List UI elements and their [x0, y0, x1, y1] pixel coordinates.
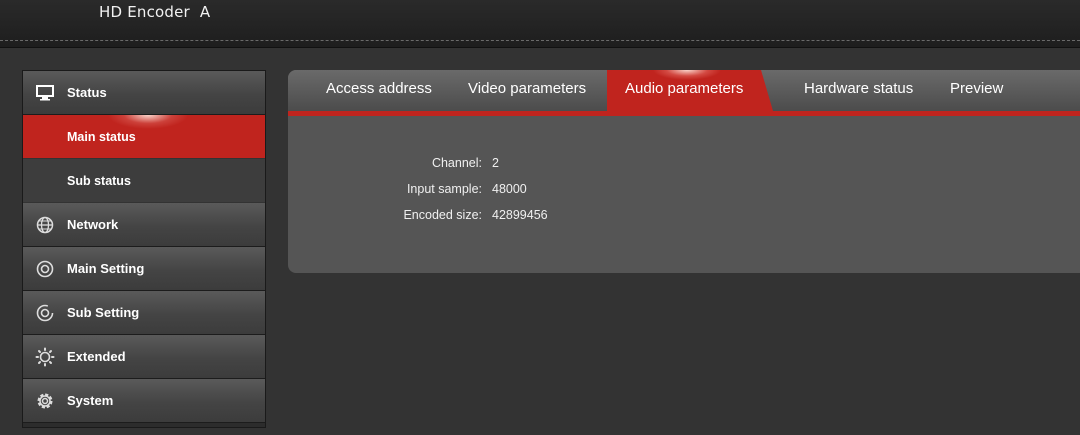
sidebar-item-sub-setting[interactable]: Sub Setting — [23, 291, 265, 335]
sidebar-item-label: Sub Setting — [67, 305, 140, 320]
encoded-size-value: 42899456 — [492, 208, 548, 222]
target-icon — [34, 258, 56, 280]
sidebar-item-label: System — [67, 393, 114, 408]
sidebar-item-label: Extended — [67, 349, 126, 364]
globe-icon — [34, 214, 56, 236]
sidebar-item-status[interactable]: Status — [23, 71, 265, 115]
info-row-encoded-size: Encoded size: 42899456 — [288, 205, 688, 231]
app-title: HD Encoder A — [99, 3, 211, 21]
sidebar-item-label: Status — [67, 85, 107, 100]
target-icon — [34, 302, 56, 324]
sidebar-subitem-main-status[interactable]: Main status — [23, 115, 265, 159]
sidebar: Status Main status Sub status Network Ma… — [22, 70, 266, 428]
tab-bar: Access address Video parameters Audio pa… — [288, 70, 1080, 116]
encoded-size-label: Encoded size: — [403, 208, 482, 222]
sidebar-item-label: Network — [67, 217, 119, 232]
tab-video-parameters[interactable]: Video parameters — [468, 70, 586, 111]
input-sample-value: 48000 — [492, 182, 527, 196]
sidebar-item-label: Main Setting — [67, 261, 145, 276]
tab-access-address[interactable]: Access address — [326, 70, 432, 111]
tab-hardware-status[interactable]: Hardware status — [804, 70, 913, 111]
input-sample-label: Input sample: — [406, 182, 482, 196]
sidebar-item-system[interactable]: System — [23, 379, 265, 423]
tab-audio-parameters[interactable]: Audio parameters — [607, 70, 774, 111]
sun-gear-icon — [34, 346, 56, 368]
app-header: HD Encoder A — [0, 0, 1080, 48]
channel-label: Channel: — [431, 156, 482, 170]
content-panel: Access address Video parameters Audio pa… — [288, 70, 1080, 273]
sidebar-item-network[interactable]: Network — [23, 203, 265, 247]
sidebar-item-main-setting[interactable]: Main Setting — [23, 247, 265, 291]
channel-value: 2 — [492, 156, 499, 170]
sidebar-item-extended[interactable]: Extended — [23, 335, 265, 379]
monitor-icon — [34, 82, 56, 104]
gear-icon — [34, 390, 56, 412]
sidebar-subitem-sub-status[interactable]: Sub status — [23, 159, 265, 203]
audio-info: Channel: 2 Input sample: 48000 Encoded s… — [288, 153, 688, 231]
status-submenu: Main status Sub status — [23, 115, 265, 203]
info-row-channel: Channel: 2 — [288, 153, 688, 179]
tab-preview[interactable]: Preview — [950, 70, 1003, 111]
info-row-input-sample: Input sample: 48000 — [288, 179, 688, 205]
